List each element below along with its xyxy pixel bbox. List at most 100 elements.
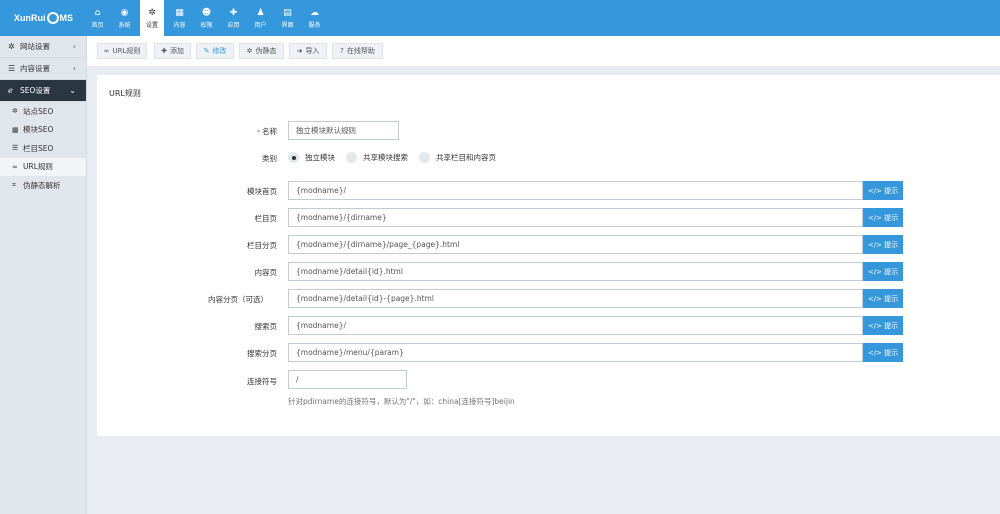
radio-label: 共享模块搜索 (363, 153, 408, 162)
link-icon: ∞ (12, 162, 18, 171)
search-paging-label: 搜索分页 (247, 349, 277, 358)
file-icon: ▤ (283, 7, 292, 18)
button-label: 修改 (212, 47, 227, 55)
name-label: * 名称 (97, 126, 277, 137)
sidebar-item-label: URL规则 (23, 162, 53, 172)
name-label-text: 名称 (262, 127, 277, 136)
separator-input[interactable]: / (288, 370, 407, 389)
type-label: 类别 (262, 154, 277, 163)
sidebar-item-site-seo[interactable]: ✲ 站点SEO (0, 102, 86, 121)
hint-button[interactable]: </> 提示 (863, 235, 903, 254)
content-page-label: 内容页 (254, 268, 278, 277)
online-help-button[interactable]: ? 在线帮助 (332, 43, 383, 59)
code-icon: </> (867, 267, 882, 276)
topnav-permission[interactable]: ☻ 权限 (196, 0, 217, 36)
topnav-system[interactable]: ◉ 系统 (114, 0, 135, 36)
sidebar-group-seo-settings[interactable]: ℯ SEO设置 ⌄ (0, 80, 86, 102)
topnav-users[interactable]: ♟ 用户 (250, 0, 271, 36)
button-label: URL规则 (112, 47, 141, 55)
sidebar-item-rewrite[interactable]: ⌗ 伪静态解析 (0, 176, 86, 195)
name-input[interactable]: 独立模块默认规则 (288, 121, 399, 140)
sidebar-group-label: 网站设置 (20, 42, 50, 51)
grid-icon: ▦ (175, 7, 184, 18)
topnav-apps[interactable]: ✚ 应用 (223, 0, 244, 36)
code-icon: </> (867, 240, 882, 249)
content-page-input[interactable]: {modname}/detail{id}.html (288, 262, 863, 281)
add-button[interactable]: ✚ 添加 (154, 43, 191, 59)
cog-icon: ✲ (8, 42, 15, 51)
topnav-interface[interactable]: ▤ 界面 (277, 0, 298, 36)
category-page-label: 栏目页 (254, 214, 278, 223)
category-paging-input[interactable]: {modname}/{dirname}/page_{page}.html (288, 235, 863, 254)
topnav-label: 首页 (91, 21, 104, 29)
category-page-input[interactable]: {modname}/{dirname} (288, 208, 863, 227)
search-paging-input[interactable]: {modname}/menu/{param} (288, 343, 863, 362)
cogs-icon: ✲ (148, 7, 156, 18)
topnav-settings[interactable]: ✲ 设置 (140, 0, 164, 36)
hint-button[interactable]: </> 提示 (863, 343, 903, 362)
topnav-label: 界面 (281, 21, 294, 29)
edit-button[interactable]: ✎ 修改 (196, 43, 234, 59)
separator-label: 连接符号 (247, 377, 277, 386)
hint-label: 提示 (884, 294, 899, 303)
sidebar-group-label: 内容设置 (20, 64, 50, 73)
radio-shared-category-content[interactable] (419, 152, 430, 163)
sidebar-item-label: 站点SEO (23, 106, 54, 116)
sidebar-group-content-settings[interactable]: ☰ 内容设置 ‹ (0, 58, 86, 80)
logo[interactable]: XunRui MS (0, 0, 87, 36)
home-icon: ⌂ (94, 7, 101, 18)
hint-button[interactable]: </> 提示 (863, 262, 903, 281)
plus-icon: ✚ (161, 47, 167, 55)
url-rules-button[interactable]: ∞ URL规则 (97, 43, 147, 59)
code-icon: ⌗ (12, 180, 16, 189)
search-page-input[interactable]: {modname}/ (288, 316, 863, 335)
topnav-label: 应用 (227, 21, 240, 29)
category-paging-label: 栏目分页 (247, 241, 277, 250)
question-icon: ? (340, 47, 344, 55)
link-icon: ∞ (103, 47, 110, 55)
rewrite-button[interactable]: ✲ 伪静态 (239, 43, 284, 59)
required-mark: * (257, 129, 260, 136)
type-radio-group: 独立模块 共享模块搜索 共享栏目和内容页 (288, 152, 507, 163)
form-panel: URL规则 * 名称 独立模块默认规则 类别 独立模块 共享模块搜索 共享栏目和内… (97, 75, 1000, 436)
code-icon: </> (867, 213, 882, 222)
chevron-down-icon: ⌄ (69, 86, 76, 95)
user-icon: ♟ (256, 7, 265, 18)
hint-button[interactable]: </> 提示 (863, 289, 903, 308)
globe-icon: ◉ (120, 7, 129, 18)
search-page-label: 搜索页 (254, 322, 278, 331)
cog-icon: ✲ (246, 47, 253, 55)
topnav-home[interactable]: ⌂ 首页 (87, 0, 108, 36)
topnav-label: 内容 (173, 21, 186, 29)
sidebar-group-label: SEO设置 (20, 86, 51, 95)
hint-button[interactable]: </> 提示 (863, 181, 903, 200)
sidebar-item-category-seo[interactable]: ☰ 栏目SEO (0, 139, 86, 158)
separator-help-text: 针对pdirname的连接符号，默认为"/"，如：china[连接符号]beij… (288, 397, 515, 406)
sidebar: ✲ 网站设置 ‹ ☰ 内容设置 ‹ ℯ SEO设置 ⌄ ✲ 站点SEO ▦ 模块SE… (0, 36, 87, 514)
user-circle-icon: ☻ (201, 7, 212, 18)
top-nav-menu: ⌂ 首页 ◉ 系统 ✲ 设置 ▦ 内容 ☻ 权限 ✚ 应用 ♟ 用户 ▤ 界面 ☁ 服务 (87, 0, 331, 36)
button-label: 导入 (305, 47, 320, 55)
module-home-input[interactable]: {modname}/ (288, 181, 863, 200)
panel-title: URL规则 (109, 89, 141, 98)
hint-button[interactable]: </> 提示 (863, 208, 903, 227)
hint-label: 提示 (884, 348, 899, 357)
radio-independent-module[interactable] (288, 152, 299, 163)
sidebar-item-label: 伪静态解析 (23, 180, 61, 190)
topnav-service[interactable]: ☁ 服务 (304, 0, 325, 36)
sidebar-item-module-seo[interactable]: ▦ 模块SEO (0, 121, 86, 140)
cloud-icon: ☁ (310, 7, 319, 18)
sidebar-group-site-settings[interactable]: ✲ 网站设置 ‹ (0, 36, 86, 58)
sidebar-item-url-rules[interactable]: ∞ URL规则 (0, 157, 86, 176)
import-button[interactable]: ➜ 导入 (289, 43, 327, 59)
content-paging-input[interactable]: {modname}/detail{id}-{page}.html (288, 289, 863, 308)
reorder-icon: ☰ (12, 144, 19, 153)
topnav-content[interactable]: ▦ 内容 (169, 0, 190, 36)
sidebar-item-label: 模块SEO (23, 125, 54, 135)
radio-shared-module-search[interactable] (346, 152, 357, 163)
radio-label: 独立模块 (305, 153, 335, 162)
cog-icon: ✲ (12, 107, 18, 116)
button-label: 伪静态 (255, 47, 277, 55)
chevron-left-icon: ‹ (72, 42, 76, 51)
hint-button[interactable]: </> 提示 (863, 316, 903, 335)
